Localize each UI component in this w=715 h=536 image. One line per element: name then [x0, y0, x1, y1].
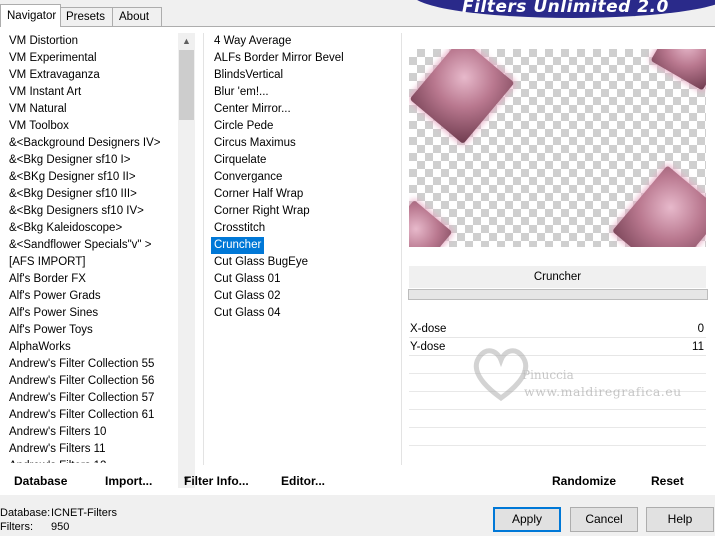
progress-bar — [408, 289, 708, 300]
category-item[interactable]: &<Sandflower Specials"v" > — [6, 237, 178, 254]
tab-presets[interactable]: Presets — [59, 7, 113, 26]
param-row-y-dose[interactable]: Y-dose 11 — [409, 339, 706, 356]
filter-item[interactable]: Circle Pede — [211, 118, 401, 135]
category-item[interactable]: VM Extravaganza — [6, 67, 178, 84]
filter-item[interactable]: ALFs Border Mirror Bevel — [211, 50, 401, 67]
filter-item[interactable]: Center Mirror... — [211, 101, 401, 118]
scroll-thumb[interactable] — [179, 50, 194, 120]
preview-shape — [612, 165, 706, 247]
category-item[interactable]: VM Natural — [6, 101, 178, 118]
category-scrollbar[interactable]: ▲ ▼ — [178, 33, 195, 488]
tab-about[interactable]: About — [112, 7, 162, 26]
filter-item[interactable]: Convergance — [211, 169, 401, 186]
category-item[interactable]: Alf's Power Sines — [6, 305, 178, 322]
list-divider — [401, 33, 402, 465]
filter-info-button[interactable]: Filter Info... — [184, 472, 249, 490]
filter-item[interactable]: Circus Maximus — [211, 135, 401, 152]
param-row-empty — [409, 445, 706, 446]
param-name: X-dose — [410, 323, 447, 335]
category-item[interactable]: &<Bkg Designer sf10 III> — [6, 186, 178, 203]
category-item[interactable]: Andrew's Filters 10 — [6, 424, 178, 441]
param-row-empty — [409, 373, 706, 374]
tab-navigator[interactable]: Navigator — [0, 4, 61, 27]
category-list[interactable]: VM Distortion VM Experimental VM Extravaga… — [6, 33, 178, 463]
category-item[interactable]: &<Background Designers IV> — [6, 135, 178, 152]
database-value: ICNET-Filters — [51, 507, 117, 519]
filter-item[interactable]: Blur 'em!... — [211, 84, 401, 101]
param-name: Y-dose — [410, 341, 446, 353]
category-item[interactable]: VM Distortion — [6, 33, 178, 50]
filter-item[interactable]: Cut Glass BugEye — [211, 254, 401, 271]
randomize-button[interactable]: Randomize — [552, 472, 616, 490]
selected-filter-name: Cruncher — [409, 266, 706, 288]
category-item[interactable]: Andrew's Filter Collection 55 — [6, 356, 178, 373]
filter-item[interactable]: 4 Way Average — [211, 33, 401, 50]
navigator-panel: VM Distortion VM Experimental VM Extravaga… — [0, 26, 715, 495]
category-item[interactable]: VM Experimental — [6, 50, 178, 67]
param-row-empty — [409, 391, 706, 392]
cancel-button[interactable]: Cancel — [570, 507, 638, 532]
category-item[interactable]: Andrew's Filters 12 — [6, 458, 178, 463]
category-item[interactable]: Alf's Power Grads — [6, 288, 178, 305]
param-row-empty — [409, 409, 706, 410]
watermark-name: Pinuccia — [522, 368, 574, 382]
import-button[interactable]: Import... — [105, 472, 152, 490]
category-item[interactable]: &<Bkg Designers sf10 IV> — [6, 203, 178, 220]
filters-count-label: Filters: — [0, 521, 33, 533]
filter-item[interactable]: Cruncher — [211, 237, 265, 254]
filter-item[interactable]: Cut Glass 04 — [211, 305, 401, 322]
category-item[interactable]: Andrew's Filters 11 — [6, 441, 178, 458]
category-item[interactable]: Alf's Border FX — [6, 271, 178, 288]
category-item[interactable]: Andrew's Filter Collection 61 — [6, 407, 178, 424]
filter-item[interactable]: Cut Glass 02 — [211, 288, 401, 305]
category-item[interactable]: VM Toolbox — [6, 118, 178, 135]
app-title: Filters Unlimited 2.0 — [462, 0, 669, 17]
preview-shape — [650, 49, 706, 91]
filter-item[interactable]: BlindsVertical — [211, 67, 401, 84]
preview-image — [409, 49, 706, 247]
filter-item[interactable]: Corner Half Wrap — [211, 186, 401, 203]
database-label: Database: — [0, 507, 51, 519]
param-value[interactable]: 0 — [698, 321, 704, 337]
filters-count-value: 950 — [51, 521, 70, 533]
scroll-up-arrow-icon[interactable]: ▲ — [178, 33, 195, 50]
database-button[interactable]: Database — [14, 472, 67, 490]
filter-item[interactable]: Corner Right Wrap — [211, 203, 401, 220]
list-divider — [203, 33, 204, 465]
category-item[interactable]: VM Instant Art — [6, 84, 178, 101]
reset-button[interactable]: Reset — [651, 472, 684, 490]
category-item[interactable]: &<BKg Designer sf10 II> — [6, 169, 178, 186]
preview-shape — [409, 49, 515, 145]
param-row-empty — [409, 427, 706, 428]
filter-item[interactable]: Cut Glass 01 — [211, 271, 401, 288]
category-item[interactable]: [AFS IMPORT] — [6, 254, 178, 271]
category-item[interactable]: &<Bkg Kaleidoscope> — [6, 220, 178, 237]
category-item[interactable]: Alf's Power Toys — [6, 322, 178, 339]
preview-shape — [409, 199, 453, 247]
category-item[interactable]: &<Bkg Designer sf10 I> — [6, 152, 178, 169]
category-item[interactable]: Andrew's Filter Collection 56 — [6, 373, 178, 390]
editor-button[interactable]: Editor... — [281, 472, 325, 490]
help-button[interactable]: Help — [646, 507, 714, 532]
filter-item[interactable]: Cirquelate — [211, 152, 401, 169]
param-row-x-dose[interactable]: X-dose 0 — [409, 321, 706, 338]
apply-button[interactable]: Apply — [493, 507, 561, 532]
filter-list[interactable]: 4 Way Average ALFs Border Mirror Bevel Bli… — [211, 33, 401, 322]
category-item[interactable]: Andrew's Filter Collection 57 — [6, 390, 178, 407]
category-item[interactable]: AlphaWorks — [6, 339, 178, 356]
param-value[interactable]: 11 — [692, 339, 704, 355]
filter-item[interactable]: Crosstitch — [211, 220, 401, 237]
